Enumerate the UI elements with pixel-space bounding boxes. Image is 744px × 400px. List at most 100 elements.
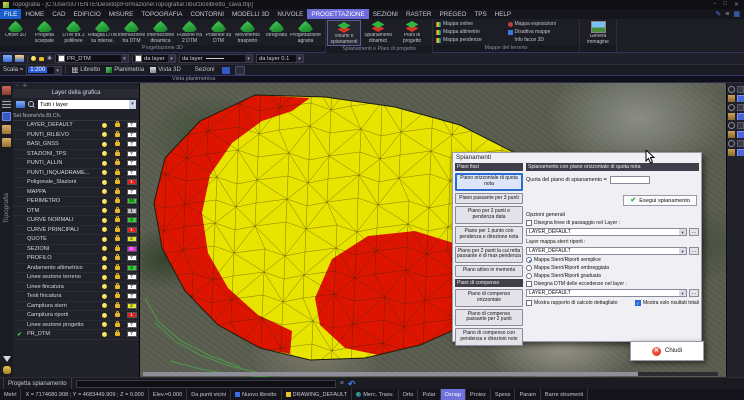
visibility-bulb-icon[interactable] <box>102 303 107 309</box>
mappa-radio-option[interactable]: Mappa Sterri/Riporti semplice <box>526 257 699 263</box>
layer-color-box[interactable]: 7 <box>126 141 137 148</box>
piano-compenso-button[interactable]: Piano di compenso con pendenza e direzio… <box>455 328 523 346</box>
layer-color-box[interactable]: 1 <box>126 179 137 186</box>
layer-row[interactable]: ✔ PUNTI_INQUADRAME... 7 <box>13 168 139 178</box>
settings-icon[interactable] <box>728 149 735 156</box>
visibility-bulb-icon[interactable] <box>102 217 107 223</box>
layers-view-icon[interactable] <box>728 140 735 147</box>
layer-row[interactable]: ✔ Andamento altimetrico 3 <box>13 263 139 273</box>
layer-row[interactable]: ✔ SEZIONI 6 <box>13 244 139 254</box>
zoom-out-icon[interactable] <box>737 95 744 102</box>
menu-item[interactable]: PREGEO <box>435 9 470 19</box>
select-window-icon[interactable] <box>728 122 735 129</box>
command-history-icon[interactable]: ≡ <box>340 380 344 387</box>
layer-row[interactable]: ✔ Linee fincatura 7 <box>13 282 139 292</box>
layer-folder-icon[interactable] <box>16 101 25 108</box>
radio-icon[interactable] <box>526 265 532 271</box>
lock-icon[interactable] <box>115 121 120 128</box>
layer-color-box[interactable]: 7 <box>126 293 137 300</box>
ribbon-button[interactable]: Idrografia <box>262 20 291 45</box>
ribbon-button[interactable]: Intersezione tra DTM <box>117 20 146 45</box>
ribbon-button[interactable]: Movimento trasporto <box>233 20 262 45</box>
visibility-bulb-icon[interactable] <box>102 312 107 318</box>
image-icon[interactable] <box>737 140 744 147</box>
visibility-bulb-icon[interactable] <box>31 56 36 61</box>
piano-compenso-button[interactable]: Piano di compenso orizzontale <box>455 288 523 307</box>
scrollbar-thumb[interactable] <box>143 372 638 376</box>
layer-row[interactable]: ✔ PUNTI_RILIEVO 7 <box>13 130 139 140</box>
layer-color-box[interactable]: 7 <box>126 283 137 290</box>
status-segment[interactable]: DRAWING_DEFAULT <box>282 389 353 400</box>
status-segment[interactable]: Spess <box>491 389 516 400</box>
ribbon-button[interactable]: Piani di progetto <box>395 20 429 46</box>
lineweight-combo[interactable]: da layer 0.1 <box>256 54 305 63</box>
ribbon-button[interactable]: Volumi e spianamenti <box>327 20 361 46</box>
annotate-icon[interactable] <box>2 99 11 108</box>
visibility-bulb-icon[interactable] <box>102 284 107 290</box>
status-segment[interactable]: Merc. Trasv. <box>352 389 399 400</box>
close-button[interactable]: ✕ <box>734 1 739 8</box>
grid-icon[interactable] <box>728 131 735 138</box>
split-view-icon[interactable] <box>222 66 231 74</box>
menu-item[interactable]: RASTER <box>402 9 436 19</box>
visibility-bulb-icon[interactable] <box>102 227 107 233</box>
layer-color-box[interactable]: 30 <box>126 198 137 205</box>
ribbon-map-item[interactable]: Disattiva mappe <box>507 28 560 36</box>
lock-icon[interactable] <box>115 292 120 299</box>
visibility-bulb-icon[interactable] <box>102 170 107 176</box>
lock-icon[interactable] <box>115 178 120 185</box>
layer-row[interactable]: ✔ PR_DTM 7 <box>13 330 139 340</box>
view-tab[interactable]: Planimetria <box>103 67 147 73</box>
ribbon-button[interactable]: Progettazione agraria <box>290 20 321 45</box>
current-layer-combo[interactable]: PR_DTM <box>55 54 130 63</box>
lock-icon[interactable] <box>115 197 120 204</box>
layer-color-box[interactable]: 7 <box>126 188 137 195</box>
layer-color-box[interactable]: 7 <box>126 255 137 262</box>
zoom-extents-icon[interactable] <box>728 104 735 111</box>
view-tab[interactable]: Vista 3D <box>147 67 184 73</box>
rapporto-checkbox[interactable] <box>526 300 532 306</box>
layer-color-box[interactable]: 6 <box>126 245 137 252</box>
status-segment[interactable]: Nuovo libretto <box>231 389 282 400</box>
visibility-bulb-icon[interactable] <box>102 322 107 328</box>
status-segment[interactable]: Metri <box>0 389 22 400</box>
mappa-radio-option[interactable]: Mappa Sterri/Riporti ombreggiata <box>526 265 699 271</box>
layer-row[interactable]: ✔ Testi fincatura 7 <box>13 292 139 302</box>
layer-row[interactable]: ✔ DTM 1 <box>13 206 139 216</box>
lock-icon[interactable] <box>115 216 120 223</box>
menu-item[interactable]: SEZIONI <box>369 9 402 19</box>
command-input[interactable] <box>75 379 336 388</box>
status-segment[interactable]: Osnap <box>440 389 467 400</box>
menu-item[interactable]: TPS <box>470 9 490 19</box>
layer-row[interactable]: ✔ MAPPA 7 <box>13 187 139 197</box>
chiudi-button[interactable]: ✕ Chiudi <box>630 341 704 361</box>
ribbon-button[interactable]: Intersezione dinamica <box>146 20 175 45</box>
disegna-dtm-checkbox[interactable] <box>526 281 532 287</box>
lock-icon[interactable] <box>115 244 120 251</box>
layer-row[interactable]: ✔ Campitura riporti 1 <box>13 311 139 321</box>
ribbon-map-item[interactable]: Info facce 3D <box>508 36 560 44</box>
visibility-bulb-icon[interactable] <box>102 265 107 271</box>
layer-combo-2[interactable]: LAYER_DEFAULT <box>526 247 687 255</box>
layer-color-box[interactable]: 2 <box>126 302 137 309</box>
ribbon-map-item[interactable]: Mappa pendenze <box>436 36 488 44</box>
lock-icon[interactable] <box>115 168 120 175</box>
zoom-in-icon[interactable] <box>728 95 735 102</box>
horizontal-scrollbar[interactable] <box>143 372 718 376</box>
ribbon-map-item[interactable]: Mappa esposizioni <box>507 20 560 28</box>
status-segment[interactable]: Barre strumenti <box>541 389 589 400</box>
layer-color-box[interactable]: 7 <box>126 160 137 167</box>
grid-view-icon[interactable]: ▦ <box>733 10 740 19</box>
visibility-bulb-icon[interactable] <box>102 179 107 185</box>
key-icon[interactable] <box>2 366 11 374</box>
lock-icon[interactable] <box>115 187 120 194</box>
menu-item[interactable]: FILE <box>0 9 22 19</box>
layer-color-box[interactable]: 1 <box>126 207 137 214</box>
layer-combo-1[interactable]: LAYER_DEFAULT <box>526 228 687 236</box>
lock-icon[interactable] <box>115 130 120 137</box>
save-folder-icon[interactable] <box>15 55 24 62</box>
list-icon[interactable]: ≡ <box>725 10 729 19</box>
dialog-title[interactable]: Spianamenti <box>453 153 701 163</box>
layer-color-box[interactable]: 7 <box>126 321 137 328</box>
layer-combo-3[interactable]: LAYER_DEFAULT <box>526 289 687 297</box>
